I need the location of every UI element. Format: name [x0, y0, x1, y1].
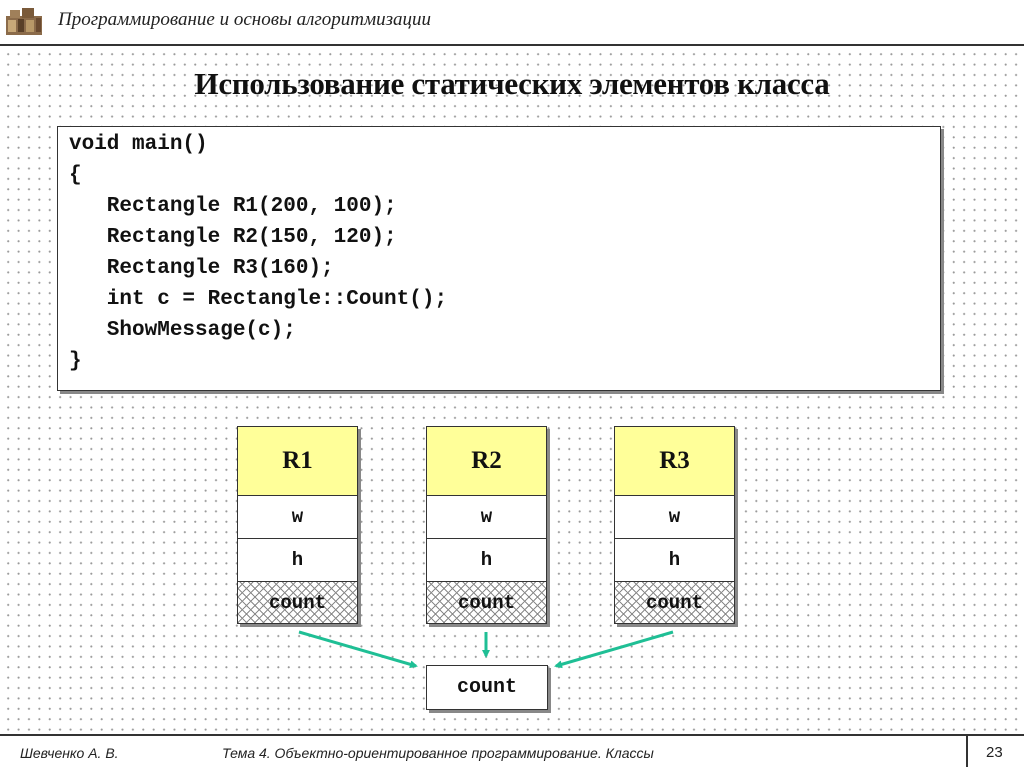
code-line: {: [69, 164, 82, 187]
object-r1: R1 w h count: [237, 426, 358, 624]
footer-author: Шевченко А. В.: [20, 745, 119, 761]
code-block: void main() { Rectangle R1(200, 100); Re…: [57, 126, 941, 391]
code-line: Rectangle R3(160);: [69, 257, 334, 280]
code-line: ShowMessage(c);: [69, 319, 296, 342]
field-count-static: count: [615, 582, 734, 623]
code-line: Rectangle R2(150, 120);: [69, 226, 397, 249]
code-line: void main(): [69, 133, 208, 156]
field-w: w: [427, 496, 546, 539]
field-h: h: [238, 539, 357, 582]
slide-title: Использование статических элементов клас…: [194, 66, 830, 101]
static-count-box: count: [426, 665, 548, 710]
field-h: h: [615, 539, 734, 582]
code-line: int c = Rectangle::Count();: [69, 288, 448, 311]
field-w: w: [238, 496, 357, 539]
field-count-static: count: [427, 582, 546, 623]
book-stack-logo-icon: [4, 6, 44, 36]
field-h: h: [427, 539, 546, 582]
object-name: R2: [427, 427, 546, 496]
object-name: R3: [615, 427, 734, 496]
field-count-static: count: [238, 582, 357, 623]
code-line: Rectangle R1(200, 100);: [69, 195, 397, 218]
slide-footer: Шевченко А. В. Тема 4. Объектно-ориентир…: [0, 736, 1024, 767]
code-line: }: [69, 350, 82, 373]
page-number: 23: [986, 744, 1003, 761]
footer-topic: Тема 4. Объектно-ориентированное програм…: [222, 745, 654, 761]
object-name: R1: [238, 427, 357, 496]
field-w: w: [615, 496, 734, 539]
slide-header: Программирование и основы алгоритмизации: [0, 0, 1024, 44]
object-r2: R2 w h count: [426, 426, 547, 624]
object-r3: R3 w h count: [614, 426, 735, 624]
course-title: Программирование и основы алгоритмизации: [58, 9, 432, 30]
footer-page-divider: [966, 736, 968, 767]
